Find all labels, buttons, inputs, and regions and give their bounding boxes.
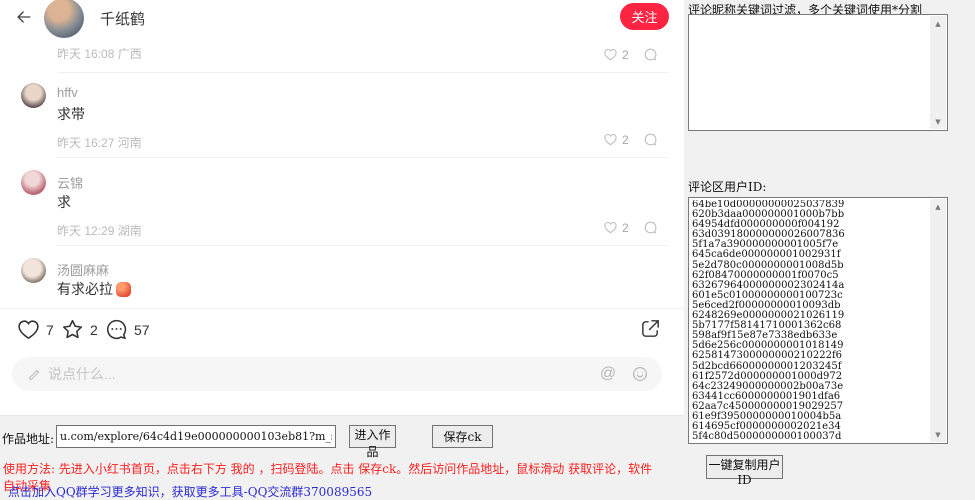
engagement-bar: 7 2 57 [0,309,684,352]
comment-text-label: 有求必拉 [57,279,113,299]
author-username: 千纸鹤 [100,8,145,29]
divider [57,157,668,158]
share-button[interactable] [639,317,662,340]
scrollbar[interactable]: ▲ ▼ [930,199,946,442]
comment-text: 有求必拉 [57,279,131,299]
follow-button[interactable]: 关注 [620,3,669,30]
comment-reply[interactable] [643,132,658,147]
url-label: 作品地址: [2,430,54,447]
divider [57,245,668,246]
heart-icon [603,220,618,235]
scrollbar-up-icon[interactable]: ▲ [930,199,946,214]
comment-text: 求 [57,192,71,212]
save-ck-button[interactable]: 保存ck [432,425,493,448]
user-ids-label: 评论区用户ID: [688,178,766,195]
work-url-input[interactable] [56,425,336,448]
back-icon[interactable] [14,7,34,27]
emoji-smiley-icon[interactable] [631,365,649,383]
comment-like-count: 2 [622,221,629,235]
user-ids-textbox[interactable]: 64be10d00000000025037839 620b3daa0000000… [688,197,948,444]
comment-like-count: 2 [622,133,629,147]
heart-icon [603,47,618,62]
author-avatar[interactable] [44,0,84,38]
comment-bubble-icon [104,317,129,342]
commenter-name[interactable]: 云锦 [57,173,83,192]
collect-button[interactable]: 2 [60,317,98,342]
collect-count: 2 [90,322,98,338]
comment-meta: 昨天 16:27 河南 [57,134,142,151]
comment-bubble-icon [643,132,658,147]
comment-composer[interactable]: @ [12,357,662,391]
comment-input[interactable] [48,357,468,391]
comment-text: 求带 [57,104,85,124]
like-count: 7 [46,322,54,338]
commenter-avatar[interactable] [21,83,46,108]
scrollbar-down-icon[interactable]: ▼ [930,427,946,442]
comment-reply[interactable] [643,220,658,235]
qq-group-link[interactable]: 点击加入QQ群学习更多知识，获取更多工具-QQ交流群370089565 [8,483,668,500]
heart-icon [603,132,618,147]
scraper-panel: 评论昵称关键词过滤，多个关键词使用*分割 ▲ ▼ 评论区用户ID: 64be10… [684,0,975,499]
mention-at-icon[interactable]: @ [598,364,618,384]
copy-user-ids-button[interactable]: 一键复制用户ID [706,455,783,479]
heart-icon [16,317,41,342]
comment-bubble-icon [643,47,658,62]
tool-strip: 作品地址: 进入作品 保存ck 使用方法: 先进入小红书首页，点击右下方 我的 … [0,416,684,499]
comment-like[interactable]: 2 [603,220,629,235]
enter-work-button[interactable]: 进入作品 [349,425,396,448]
scrollbar-down-icon[interactable]: ▼ [930,114,946,129]
commenter-avatar[interactable] [21,258,46,283]
commenter-name[interactable]: 汤圆麻麻 [57,260,109,279]
comments-button[interactable]: 57 [104,317,150,342]
red-blush-emoji-icon [116,282,131,297]
app-window: 千纸鹤 关注 昨天 16:08 广西 2 hffv 求带 昨天 16:27 河南… [0,0,975,499]
comment-page: 千纸鹤 关注 昨天 16:08 广西 2 hffv 求带 昨天 16:27 河南… [0,0,684,416]
like-button[interactable]: 7 [16,317,54,342]
post-like-count: 2 [622,48,629,62]
share-icon [639,317,662,340]
post-meta: 昨天 16:08 广西 [57,45,142,62]
divider [57,72,668,73]
post-reply[interactable] [643,47,658,62]
pencil-icon [27,366,43,382]
commenter-avatar[interactable] [21,170,46,195]
star-icon [60,317,85,342]
scrollbar[interactable]: ▲ ▼ [930,16,946,129]
comment-meta: 昨天 12:29 湖南 [57,222,142,239]
commenter-name[interactable]: hffv [57,85,78,100]
comment-count: 57 [134,322,150,338]
comment-like[interactable]: 2 [603,132,629,147]
comment-bubble-icon [643,220,658,235]
keyword-filter-textbox[interactable]: ▲ ▼ [688,14,948,131]
scrollbar-up-icon[interactable]: ▲ [930,16,946,31]
user-ids-list: 64be10d00000000025037839 620b3daa0000000… [692,200,927,441]
post-like[interactable]: 2 [603,47,629,62]
